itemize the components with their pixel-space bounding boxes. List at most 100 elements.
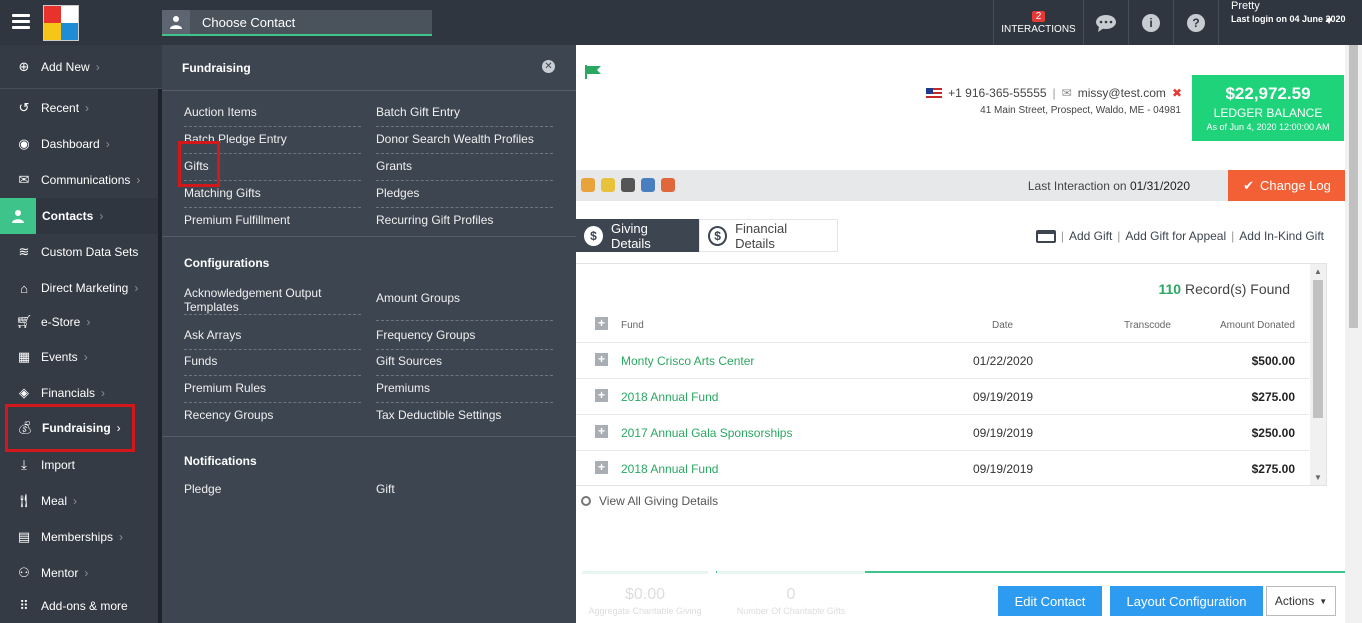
search-icon	[581, 496, 591, 506]
column-header-amount[interactable]: Amount Donated	[1220, 320, 1295, 331]
sidebar-item-direct-marketing[interactable]: ⌂ Direct Marketing ›	[0, 270, 158, 306]
menu-item-gift-sources[interactable]: Gift Sources	[376, 349, 553, 376]
table-row[interactable]: + 2017 Annual Gala Sponsorships 09/19/20…	[576, 414, 1309, 450]
sidebar-item-communications[interactable]: ✉ Communications ›	[0, 162, 158, 198]
sidebar-item-add-new[interactable]: ⊕ Add New ›	[0, 49, 158, 85]
column-header-fund[interactable]: Fund	[621, 320, 644, 331]
column-header-transcode[interactable]: Transcode	[1124, 320, 1171, 331]
tab-financial-details[interactable]: $ Financial Details	[699, 219, 838, 252]
menu-item-funds[interactable]: Funds	[184, 349, 361, 376]
close-icon[interactable]: ✕	[542, 60, 555, 73]
envelope-icon: ✉	[1061, 86, 1072, 100]
contact-action-bar: Last Interaction on 01/31/2020 ✔ Change …	[576, 170, 1346, 201]
table-row[interactable]: + 2018 Annual Fund 09/19/2019 $275.00	[576, 450, 1309, 486]
user-menu[interactable]: Pretty Last login on 04 June 2020 ▼	[1218, 0, 1362, 45]
row-amount: $275.00	[1251, 462, 1295, 476]
layout-configuration-button[interactable]: Layout Configuration	[1110, 586, 1263, 616]
page-scroll-thumb[interactable]	[1349, 45, 1358, 328]
person-link-icon[interactable]	[641, 178, 655, 192]
home-icon[interactable]	[581, 178, 595, 192]
sidebar-item-events[interactable]: ▦ Events ›	[0, 339, 158, 375]
column-header-date[interactable]: Date	[992, 320, 1013, 331]
grid-scrollbar[interactable]: ▲ ▼	[1310, 264, 1326, 485]
menu-item-acknowledgement-output-templates[interactable]: Acknowledgement Output Templates	[184, 283, 361, 315]
menu-item-recency-groups[interactable]: Recency Groups	[184, 403, 361, 430]
main-content: +1 916-365-55555 | ✉ missy@test.com ✖ 41…	[576, 45, 1362, 623]
menu-item-premium-rules[interactable]: Premium Rules	[184, 376, 361, 403]
credit-card-icon[interactable]	[1035, 229, 1056, 243]
hamburger-menu-icon[interactable]	[12, 14, 30, 30]
sidebar-item-e-store[interactable]: 🛒︎ e-Store ›	[0, 304, 158, 340]
menu-item-gift-notification[interactable]: Gift	[376, 477, 553, 504]
ticket-icon: ◈	[19, 385, 29, 400]
sidebar-item-add-ons[interactable]: ⠿ Add-ons & more	[0, 588, 158, 623]
menu-item-premiums[interactable]: Premiums	[376, 376, 553, 403]
sidebar-item-contacts[interactable]: Contacts ›	[0, 198, 158, 234]
menu-item-ask-arrays[interactable]: Ask Arrays	[184, 323, 361, 350]
sidebar-item-recent[interactable]: ↺ Recent ›	[0, 90, 158, 126]
tab-giving-details[interactable]: $ Giving Details	[576, 219, 699, 252]
row-fund-link[interactable]: 2017 Annual Gala Sponsorships	[621, 426, 792, 440]
menu-item-amount-groups[interactable]: Amount Groups	[376, 286, 553, 321]
menu-item-premium-fulfillment[interactable]: Premium Fulfillment	[184, 208, 361, 235]
menu-item-auction-items[interactable]: Auction Items	[184, 100, 361, 127]
add-gift-link[interactable]: Add Gift	[1069, 229, 1112, 243]
row-fund-link[interactable]: 2018 Annual Fund	[621, 462, 718, 476]
menu-item-frequency-groups[interactable]: Frequency Groups	[376, 323, 553, 350]
menu-item-tax-deductible-settings[interactable]: Tax Deductible Settings	[376, 403, 553, 430]
sidebar-item-dashboard[interactable]: ◉ Dashboard ›	[0, 126, 158, 162]
menu-item-batch-gift-entry[interactable]: Batch Gift Entry	[376, 100, 553, 127]
row-fund-link[interactable]: Monty Crisco Arts Center	[621, 354, 754, 368]
change-log-button[interactable]: ✔ Change Log	[1228, 170, 1346, 201]
expand-row-icon[interactable]: +	[595, 389, 608, 402]
scroll-thumb[interactable]	[1313, 280, 1323, 418]
person-alert-icon[interactable]	[661, 178, 675, 192]
app-logo[interactable]	[43, 5, 79, 41]
dropdown-title: Fundraising	[182, 61, 251, 75]
contact-phone[interactable]: +1 916-365-55555	[948, 86, 1046, 100]
sidebar-item-mentor[interactable]: ⚇ Mentor ›	[0, 555, 158, 591]
help-button[interactable]: ?	[1173, 0, 1218, 45]
row-date: 01/22/2020	[973, 354, 1034, 368]
info-button[interactable]: i	[1128, 0, 1173, 45]
chevron-down-icon: ▼	[1324, 16, 1334, 27]
ledger-balance-card[interactable]: $22,972.59 LEDGER BALANCE As of Jun 4, 2…	[1192, 75, 1344, 141]
person-icon[interactable]	[621, 178, 635, 192]
coins-icon[interactable]	[601, 178, 615, 192]
expand-all-icon[interactable]: +	[595, 317, 608, 330]
menu-item-grants[interactable]: Grants	[376, 154, 553, 181]
menu-item-donor-search-wealth-profiles[interactable]: Donor Search Wealth Profiles	[376, 127, 553, 154]
page-scrollbar[interactable]	[1345, 45, 1362, 623]
expand-row-icon[interactable]: +	[595, 461, 608, 474]
menu-item-recurring-gift-profiles[interactable]: Recurring Gift Profiles	[376, 208, 553, 235]
add-gift-for-appeal-link[interactable]: Add Gift for Appeal	[1125, 229, 1226, 243]
sidebar-item-memberships[interactable]: ▤ Memberships ›	[0, 519, 158, 555]
table-row[interactable]: + Monty Crisco Arts Center 01/22/2020 $5…	[576, 342, 1309, 378]
chat-button[interactable]	[1083, 0, 1128, 45]
expand-row-icon[interactable]: +	[595, 353, 608, 366]
table-row[interactable]: + 2018 Annual Fund 09/19/2019 $275.00	[576, 378, 1309, 414]
sidebar-item-meal[interactable]: 🍴︎ Meal ›	[0, 483, 158, 519]
add-in-kind-gift-link[interactable]: Add In-Kind Gift	[1239, 229, 1324, 243]
home-icon: ⌂	[20, 280, 28, 296]
ledger-label: LEDGER BALANCE	[1213, 106, 1323, 120]
chevron-right-icon: ›	[99, 209, 104, 223]
scroll-up-icon[interactable]: ▲	[1314, 267, 1322, 276]
chevron-right-icon: ›	[73, 494, 78, 508]
scroll-down-icon[interactable]: ▼	[1314, 473, 1322, 482]
actions-dropdown-button[interactable]: Actions ▼	[1266, 586, 1336, 616]
menu-item-pledge-notification[interactable]: Pledge	[184, 477, 361, 504]
view-all-giving-details-link[interactable]: View All Giving Details	[581, 494, 718, 508]
expand-row-icon[interactable]: +	[595, 425, 608, 438]
sidebar-item-fundraising[interactable]: 💰︎ Fundraising ›	[5, 404, 135, 452]
row-fund-link[interactable]: 2018 Annual Fund	[621, 390, 718, 404]
sidebar-item-import[interactable]: ⤓ Import	[0, 447, 158, 483]
menu-item-pledges[interactable]: Pledges	[376, 181, 553, 208]
edit-contact-button[interactable]: Edit Contact	[998, 586, 1102, 616]
sidebar-item-custom-data-sets[interactable]: ≋ Custom Data Sets	[0, 234, 158, 270]
configurations-heading: Configurations	[184, 256, 270, 270]
contact-email[interactable]: missy@test.com	[1078, 86, 1166, 100]
interactions-button[interactable]: 2 INTERACTIONS	[993, 0, 1083, 45]
grid-header: + Fund Date Transcode Amount Donated	[576, 317, 1309, 342]
choose-contact-search[interactable]: Choose Contact	[162, 10, 432, 36]
